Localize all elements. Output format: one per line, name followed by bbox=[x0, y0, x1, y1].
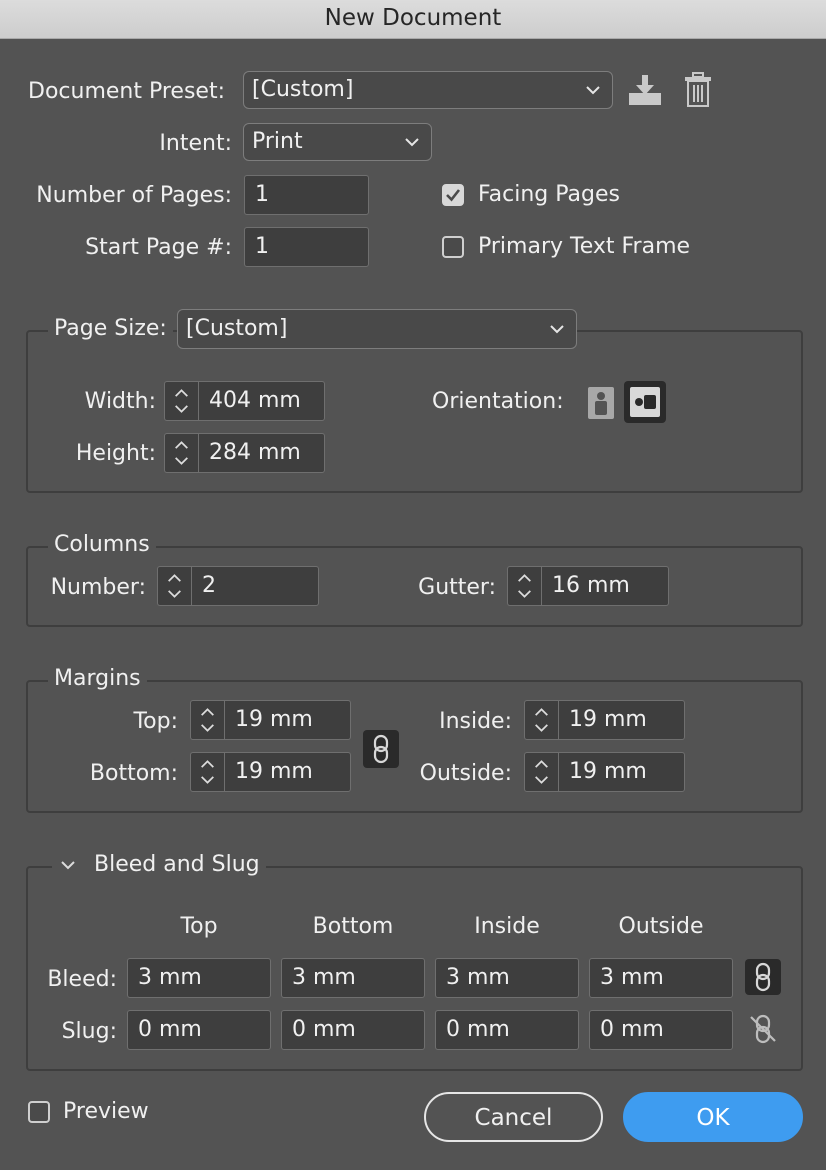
ok-button[interactable]: OK bbox=[623, 1092, 803, 1142]
slug-top-input[interactable]: 0 mm bbox=[127, 1010, 271, 1050]
stepper-arrows-icon[interactable] bbox=[165, 382, 199, 420]
width-label: Width: bbox=[84, 389, 156, 414]
bleed-slug-title: Bleed and Slug bbox=[94, 852, 260, 877]
gutter-value: 16 mm bbox=[552, 573, 630, 598]
facing-pages-label: Facing Pages bbox=[478, 182, 620, 207]
page-size-label: Page Size: bbox=[48, 311, 173, 347]
width-stepper[interactable]: 404 mm bbox=[164, 381, 325, 421]
columns-number-value: 2 bbox=[202, 573, 216, 598]
document-preset-dropdown[interactable]: [Custom] bbox=[243, 71, 613, 109]
margin-outside-label: Outside: bbox=[419, 761, 512, 786]
bleed-col-outside: Outside bbox=[618, 914, 704, 939]
primary-text-frame-label: Primary Text Frame bbox=[478, 234, 691, 259]
margin-outside-stepper[interactable]: 19 mm bbox=[524, 752, 685, 792]
stepper-arrows-icon[interactable] bbox=[165, 434, 199, 472]
slug-label: Slug: bbox=[61, 1019, 117, 1044]
columns-number-stepper[interactable]: 2 bbox=[157, 566, 319, 606]
chevron-down-icon[interactable] bbox=[60, 860, 76, 870]
number-of-pages-input[interactable]: 1 bbox=[244, 175, 369, 215]
stepper-arrows-icon[interactable] bbox=[191, 701, 225, 739]
margin-outside-value: 19 mm bbox=[569, 759, 647, 784]
cancel-button[interactable]: Cancel bbox=[424, 1092, 603, 1142]
landscape-orientation-icon[interactable] bbox=[624, 381, 666, 423]
stepper-arrows-icon[interactable] bbox=[525, 753, 559, 791]
stepper-arrows-icon[interactable] bbox=[158, 567, 192, 605]
bleed-top-input[interactable]: 3 mm bbox=[127, 958, 271, 998]
facing-pages-checkbox[interactable] bbox=[442, 184, 464, 206]
bleed-inside-input[interactable]: 3 mm bbox=[435, 958, 579, 998]
height-stepper[interactable]: 284 mm bbox=[164, 433, 325, 473]
margin-inside-value: 19 mm bbox=[569, 707, 647, 732]
margin-inside-label: Inside: bbox=[439, 709, 512, 734]
gutter-stepper[interactable]: 16 mm bbox=[507, 566, 669, 606]
orientation-label: Orientation: bbox=[432, 389, 564, 414]
width-value: 404 mm bbox=[209, 388, 301, 413]
bleed-col-inside: Inside bbox=[474, 914, 540, 939]
chevron-down-icon bbox=[586, 86, 600, 95]
intent-label: Intent: bbox=[159, 131, 232, 156]
portrait-orientation-icon[interactable] bbox=[586, 385, 616, 421]
height-value: 284 mm bbox=[209, 440, 301, 465]
bleed-label: Bleed: bbox=[47, 967, 117, 992]
chevron-down-icon bbox=[550, 325, 564, 334]
slug-inside-input[interactable]: 0 mm bbox=[435, 1010, 579, 1050]
intent-dropdown[interactable]: Print bbox=[243, 123, 432, 161]
save-preset-icon[interactable] bbox=[627, 73, 663, 107]
margin-top-label: Top: bbox=[133, 709, 178, 734]
intent-value: Print bbox=[252, 129, 303, 154]
bleed-col-top: Top bbox=[180, 914, 218, 939]
bleed-bottom-input[interactable]: 3 mm bbox=[281, 958, 425, 998]
margin-top-value: 19 mm bbox=[235, 707, 313, 732]
unlink-slug-icon[interactable] bbox=[745, 1011, 781, 1047]
margin-bottom-stepper[interactable]: 19 mm bbox=[190, 752, 351, 792]
link-bleed-icon[interactable] bbox=[745, 959, 781, 995]
document-preset-label: Document Preset: bbox=[28, 79, 225, 104]
stepper-arrows-icon[interactable] bbox=[191, 753, 225, 791]
margin-bottom-label: Bottom: bbox=[89, 761, 178, 786]
bleed-slug-header[interactable]: Bleed and Slug bbox=[52, 847, 266, 883]
slug-outside-input[interactable]: 0 mm bbox=[589, 1010, 733, 1050]
window-title: New Document bbox=[0, 0, 826, 39]
margins-title: Margins bbox=[48, 661, 147, 697]
preview-checkbox[interactable] bbox=[28, 1101, 50, 1123]
margin-top-stepper[interactable]: 19 mm bbox=[190, 700, 351, 740]
checkmark-icon bbox=[446, 189, 461, 202]
link-margins-icon[interactable] bbox=[363, 730, 399, 768]
number-of-pages-label: Number of Pages: bbox=[36, 183, 232, 208]
height-label: Height: bbox=[75, 441, 156, 466]
stepper-arrows-icon[interactable] bbox=[508, 567, 542, 605]
primary-text-frame-checkbox[interactable] bbox=[442, 236, 464, 258]
slug-bottom-input[interactable]: 0 mm bbox=[281, 1010, 425, 1050]
document-preset-value: [Custom] bbox=[252, 77, 354, 102]
page-size-value: [Custom] bbox=[186, 316, 288, 341]
trash-icon[interactable] bbox=[684, 72, 712, 108]
start-page-input[interactable]: 1 bbox=[244, 227, 369, 267]
start-page-label: Start Page #: bbox=[85, 235, 232, 260]
preview-label: Preview bbox=[63, 1099, 149, 1124]
chevron-down-icon bbox=[405, 138, 419, 147]
bleed-outside-input[interactable]: 3 mm bbox=[589, 958, 733, 998]
columns-number-label: Number: bbox=[50, 575, 146, 600]
margin-inside-stepper[interactable]: 19 mm bbox=[524, 700, 685, 740]
page-size-dropdown[interactable]: [Custom] bbox=[177, 309, 577, 349]
stepper-arrows-icon[interactable] bbox=[525, 701, 559, 739]
columns-title: Columns bbox=[48, 527, 156, 563]
gutter-label: Gutter: bbox=[418, 575, 496, 600]
bleed-col-bottom: Bottom bbox=[312, 914, 394, 939]
margin-bottom-value: 19 mm bbox=[235, 759, 313, 784]
